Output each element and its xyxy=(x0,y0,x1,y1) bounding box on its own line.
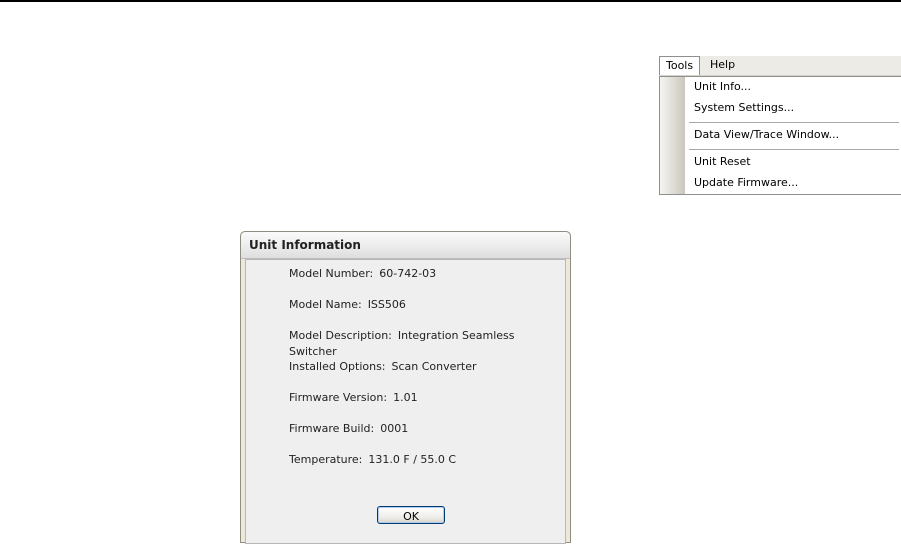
menu-tools[interactable]: Tools xyxy=(659,56,701,75)
page-top-rule xyxy=(0,0,901,2)
field-label: Temperature: xyxy=(289,453,363,466)
menu-bar: Tools Help xyxy=(659,56,901,76)
installed-options-line: Installed Options: Scan Converter xyxy=(289,359,477,375)
field-label: Model Name: xyxy=(289,298,362,311)
ok-button[interactable]: OK xyxy=(377,506,445,524)
field-label: Model Number: xyxy=(289,267,374,280)
model-number-line: Model Number: 60-742-03 xyxy=(289,266,436,282)
menu-item-unit-reset[interactable]: Unit Reset xyxy=(694,154,751,170)
dialog-title: Unit Information xyxy=(249,238,361,252)
menu-separator xyxy=(689,122,899,123)
field-value: 131.0 F / 55.0 C xyxy=(368,453,457,466)
dialog-body: Model Number: 60-742-03 Model Name: ISS506… xyxy=(245,259,566,544)
field-value: 0001 xyxy=(380,422,409,435)
firmware-version-line: Firmware Version: 1.01 xyxy=(289,390,418,406)
field-value: 60-742-03 xyxy=(379,267,437,280)
unit-information-dialog: Unit Information Model Number: 60-742-03 … xyxy=(240,231,571,544)
menu-item-unit-info[interactable]: Unit Info... xyxy=(694,79,751,95)
menu-item-data-view-trace[interactable]: Data View/Trace Window... xyxy=(694,127,839,143)
model-name-line: Model Name: ISS506 xyxy=(289,297,406,313)
dialog-titlebar[interactable]: Unit Information xyxy=(241,232,570,259)
field-value: Scan Converter xyxy=(391,360,477,373)
field-label: Firmware Version: xyxy=(289,391,388,404)
field-value: 1.01 xyxy=(393,391,418,404)
menu-separator xyxy=(689,149,899,150)
temperature-line: Temperature: 131.0 F / 55.0 C xyxy=(289,452,456,468)
tools-menu-dropdown: Unit Info... System Settings... Data Vie… xyxy=(659,76,901,195)
field-label: Firmware Build: xyxy=(289,422,375,435)
field-label: Model Description: xyxy=(289,329,392,342)
model-description-line: Model Description: Integration Seamless S… xyxy=(289,328,565,358)
menu-item-update-firmware[interactable]: Update Firmware... xyxy=(694,175,798,191)
menu-help[interactable]: Help xyxy=(703,56,742,74)
firmware-build-line: Firmware Build: 0001 xyxy=(289,421,408,437)
menu-icon-gutter xyxy=(660,77,685,194)
field-label: Installed Options: xyxy=(289,360,386,373)
field-value: ISS506 xyxy=(367,298,406,311)
menu-item-system-settings[interactable]: System Settings... xyxy=(694,100,794,116)
